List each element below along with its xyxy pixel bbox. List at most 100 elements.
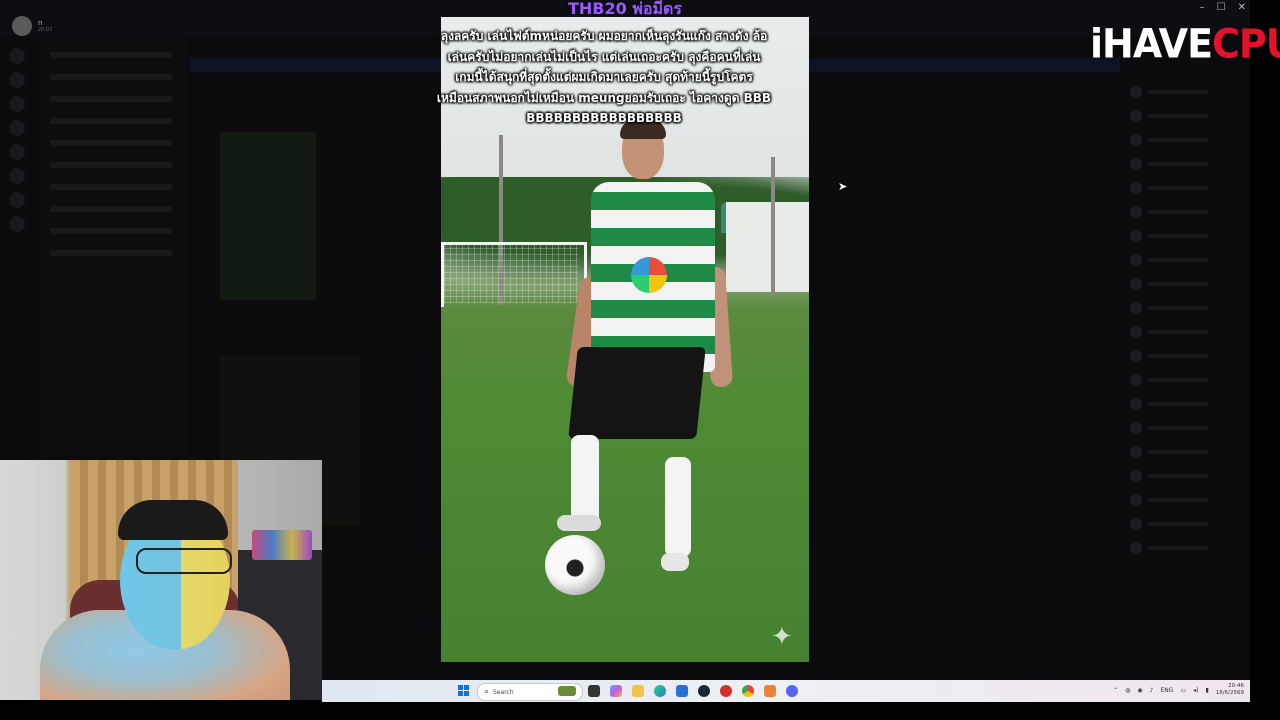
brand-logo-part: iHAVE: [1090, 20, 1213, 68]
copilot-icon[interactable]: [610, 685, 622, 697]
taskbar: ⌕ Search ⌃ ◍ ◉ ♪ ENG ▭ ◂) ▮ 20:46 18/6/2…: [322, 680, 1250, 702]
window-controls: – ☐ ✕: [1200, 2, 1246, 13]
channel-item[interactable]: [50, 184, 172, 190]
player-leg: [665, 457, 691, 557]
member-item[interactable]: [1130, 158, 1242, 170]
channel-item[interactable]: [50, 74, 172, 80]
donation-message-line: เกมนี้ได้สนุกที่สุดตั้งแต่ผมเกิดมาเลยครั…: [455, 70, 753, 84]
orange-app-icon[interactable]: [764, 685, 776, 697]
donation-title: THB20 พ่อมีดร: [567, 0, 683, 18]
member-item[interactable]: [1130, 422, 1242, 434]
webcam-feed: [0, 460, 322, 700]
member-item[interactable]: [1130, 86, 1242, 98]
channel-item[interactable]: [50, 228, 172, 234]
search-highlight-icon: [558, 686, 576, 696]
member-item[interactable]: [1130, 542, 1242, 554]
server-icon[interactable]: [9, 144, 25, 160]
clock-date: 18/6/2569: [1215, 690, 1244, 696]
server-icon[interactable]: [9, 48, 25, 64]
server-icon[interactable]: [9, 120, 25, 136]
channel-item[interactable]: [50, 250, 172, 256]
sparkle-icon: ✦: [771, 622, 793, 652]
server-icon[interactable]: [9, 216, 25, 232]
donation-message: ลุงลครับ เล่นไฟต์mหน่อยครับ ผมอยากเห็นลุ…: [394, 26, 814, 129]
donation-message-line: ลุงลครับ เล่นไฟต์mหน่อยครับ ผมอยากเห็นลุ…: [440, 29, 768, 43]
streamer-hair: [118, 500, 228, 540]
server-icon[interactable]: [9, 96, 25, 112]
chevron-up-icon[interactable]: ⌃: [1113, 687, 1118, 694]
member-item[interactable]: [1130, 302, 1242, 314]
donation-message-line: เหมือนสภาพนอกไม่เหมือน meungยอมรับเถอะ ไ…: [436, 90, 772, 105]
clock-time: 20:46: [1228, 683, 1244, 689]
taskbar-search-input[interactable]: ⌕ Search: [477, 683, 583, 701]
steam-icon[interactable]: [698, 685, 710, 697]
member-item[interactable]: [1130, 518, 1242, 530]
chrome-icon[interactable]: [742, 685, 754, 697]
brand-logo-part: CPU: [1212, 20, 1280, 68]
edge-icon[interactable]: [654, 685, 666, 697]
member-item[interactable]: [1130, 350, 1242, 362]
donation-message-line: BBBBBBBBBBBBBBBBB: [526, 111, 682, 125]
system-tray: ⌃ ◍ ◉ ♪ ENG ▭ ◂) ▮ 20:46 18/6/2569: [1113, 683, 1244, 697]
volume-icon[interactable]: ◂): [1193, 687, 1198, 694]
member-item[interactable]: [1130, 446, 1242, 458]
member-item[interactable]: [1130, 374, 1242, 386]
channel-item[interactable]: [50, 96, 172, 102]
background-user-profile[interactable]: n 20:07: [12, 16, 52, 36]
member-item[interactable]: [1130, 254, 1242, 266]
chat-image-attachment[interactable]: [220, 132, 316, 300]
member-item[interactable]: [1130, 326, 1242, 338]
server-icon[interactable]: [9, 168, 25, 184]
battery-icon[interactable]: ▮: [1205, 687, 1208, 694]
channel-item[interactable]: [50, 206, 172, 212]
brand-logo: iHAVECPU: [1090, 21, 1280, 67]
shirt-logo-icon: [631, 257, 667, 293]
player-shoe: [661, 553, 689, 571]
search-icon: ⌕: [484, 687, 490, 697]
clock[interactable]: 20:46 18/6/2569: [1216, 683, 1244, 697]
search-placeholder: Search: [493, 688, 514, 696]
server-list: [0, 40, 34, 460]
player-shoe: [557, 515, 601, 531]
minimize-button[interactable]: –: [1200, 2, 1205, 13]
microphone-icon[interactable]: ♪: [1150, 687, 1154, 694]
member-item[interactable]: [1130, 182, 1242, 194]
red-app-icon[interactable]: [720, 685, 732, 697]
donation-message-line: เล่นครับไม่อยากเล่นไม่เป็นไร แต่เล่นเถอะ…: [447, 49, 761, 64]
member-item[interactable]: [1130, 470, 1242, 482]
member-item[interactable]: [1130, 278, 1242, 290]
folder-icon[interactable]: [632, 685, 644, 697]
member-item[interactable]: [1130, 494, 1242, 506]
discord-icon[interactable]: [786, 685, 798, 697]
glasses: [136, 548, 232, 574]
channel-item[interactable]: [50, 140, 172, 146]
channel-item[interactable]: [50, 118, 172, 124]
tray-app-icon[interactable]: ◍: [1125, 687, 1130, 694]
task-view-icon[interactable]: [588, 685, 600, 697]
close-button[interactable]: ✕: [1238, 2, 1246, 13]
light-pole: [771, 157, 775, 297]
language-indicator[interactable]: ENG: [1161, 687, 1174, 694]
windows-start-icon[interactable]: [458, 685, 470, 697]
avatar[interactable]: [12, 16, 32, 36]
tray-app-icon[interactable]: ◉: [1137, 687, 1142, 694]
player-leg: [571, 435, 599, 527]
user-status: 20:07: [38, 27, 53, 33]
channel-item[interactable]: [50, 52, 172, 58]
store-icon[interactable]: [676, 685, 688, 697]
maximize-button[interactable]: ☐: [1217, 2, 1226, 13]
building: [726, 202, 809, 292]
network-icon[interactable]: ▭: [1180, 687, 1186, 694]
player-shorts: [568, 347, 706, 439]
server-icon[interactable]: [9, 72, 25, 88]
member-item[interactable]: [1130, 134, 1242, 146]
channel-item[interactable]: [50, 162, 172, 168]
member-item[interactable]: [1130, 206, 1242, 218]
goal-frame: [441, 242, 587, 307]
channel-list: [36, 36, 186, 456]
member-item[interactable]: [1130, 110, 1242, 122]
server-icon[interactable]: [9, 192, 25, 208]
member-item[interactable]: [1130, 398, 1242, 410]
member-item[interactable]: [1130, 230, 1242, 242]
user-name: n: [38, 19, 43, 27]
